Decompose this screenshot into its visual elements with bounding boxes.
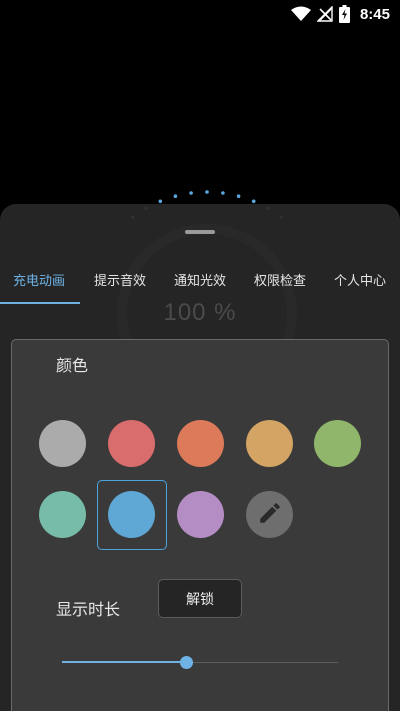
slider-fill [62,661,187,663]
wifi-icon [290,6,311,22]
ring-dot [205,190,209,194]
ring-dot [221,191,225,195]
battery-charging-icon [338,5,350,23]
color-swatch-orange[interactable] [177,420,224,467]
color-swatch-red[interactable] [108,420,155,467]
ring-dot [236,194,241,198]
color-swatch-blue[interactable] [108,491,155,538]
display-duration-slider[interactable] [62,655,338,671]
unlock-button[interactable]: 解锁 [158,579,242,618]
ring-dot [251,199,256,204]
color-swatch-gold[interactable] [246,420,293,467]
status-bar: 8:45 [0,0,400,28]
ring-dot [173,194,178,198]
color-swatch-teal[interactable] [39,491,86,538]
color-swatch-purple[interactable] [177,491,224,538]
slider-thumb[interactable] [180,656,194,669]
tab-permission-check[interactable]: 权限检查 [254,270,306,294]
ring-dot [158,199,163,204]
pencil-icon [257,500,283,530]
display-duration-label: 显示时长 [56,600,121,619]
no-signal-icon [316,6,333,22]
color-swatch-green[interactable] [314,420,361,467]
status-time: 8:45 [359,5,390,23]
battery-percent: 100 % [163,299,237,326]
tab-notification-light[interactable]: 通知光效 [174,270,226,294]
sheet-drag-handle[interactable] [185,230,215,234]
status-icons: 8:45 [290,4,390,24]
custom-color-button[interactable] [246,491,293,538]
tab-alert-sound[interactable]: 提示音效 [94,270,146,294]
color-label: 颜色 [56,356,89,375]
tab-personal-center[interactable]: 个人中心 [334,270,386,294]
color-swatch-gray[interactable] [39,420,86,467]
ring-dot [189,191,193,195]
tab-charging-animation[interactable]: 充电动画 [13,270,65,294]
